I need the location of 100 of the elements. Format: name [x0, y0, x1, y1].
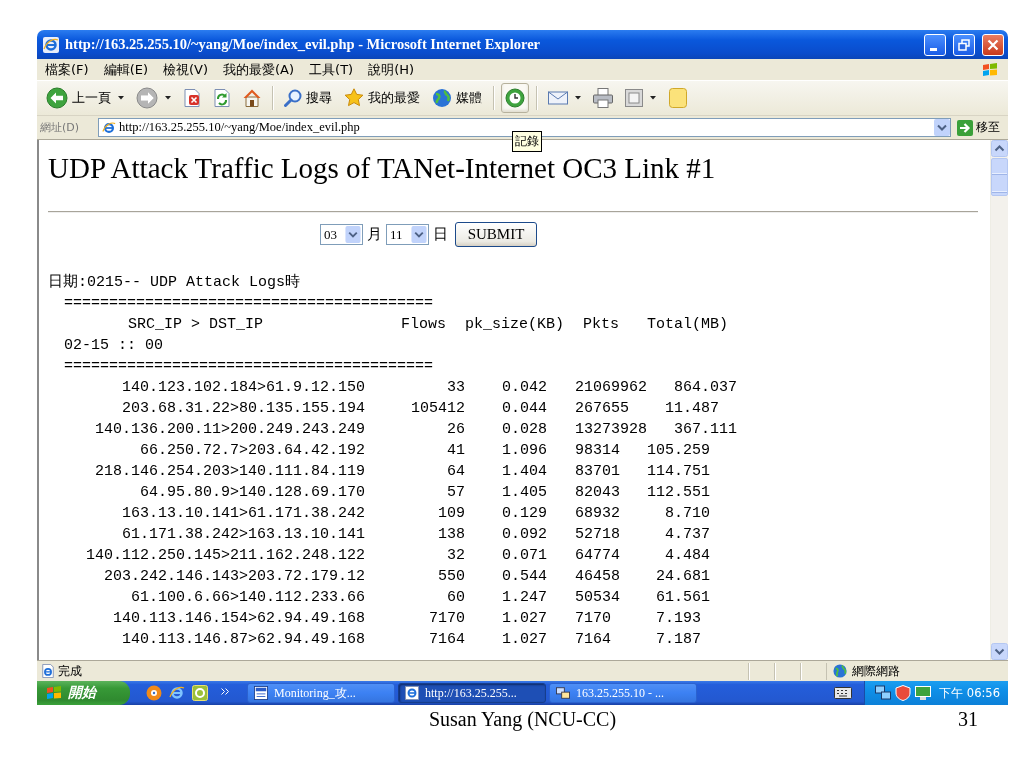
caret-icon	[650, 96, 656, 100]
printer-icon	[593, 88, 613, 108]
minimize-icon	[929, 47, 937, 51]
browser-icon	[102, 120, 116, 135]
double-chevron-icon[interactable]	[221, 688, 229, 695]
table-cell: 140.113.146.154>62.94.49.168	[112, 610, 365, 627]
shield-icon[interactable]	[895, 685, 912, 701]
flag-icon	[46, 685, 62, 701]
toolbar-button[interactable]: 我的最愛	[340, 83, 424, 113]
separator-line: =========================================	[64, 294, 434, 314]
table-cell: 550	[438, 568, 465, 585]
table-cell: 7170	[575, 610, 611, 627]
taskbar-button[interactable]: http://163.25.255...	[398, 683, 546, 703]
note-icon	[668, 88, 688, 108]
table-cell: 32	[447, 547, 465, 564]
table-cell: 11.487	[665, 400, 719, 417]
tooltip: 記錄	[512, 131, 542, 152]
zone-label: 網際網路	[852, 662, 900, 680]
table-cell: 64	[447, 463, 465, 480]
menu-item[interactable]: 檢視(V)	[163, 60, 209, 79]
go-button[interactable]: 移至	[955, 117, 1004, 138]
restore-button[interactable]	[953, 33, 975, 56]
table-cell: 57	[447, 484, 465, 501]
restore-icon	[958, 38, 970, 51]
table-cell: 0.092	[502, 526, 547, 543]
browser-icon[interactable]	[169, 685, 185, 701]
day-select[interactable]: 11	[386, 224, 429, 245]
scroll-thumb[interactable]	[991, 158, 1008, 196]
globe-icon	[833, 664, 847, 678]
network-icon	[556, 686, 570, 700]
table-cell: 21069962	[575, 379, 647, 396]
menu-item[interactable]: 工具(T)	[309, 60, 354, 79]
separator-line: =========================================	[64, 357, 434, 377]
page-number: 31	[958, 707, 978, 731]
table-cell: 60	[447, 589, 465, 606]
table-cell: 267655	[575, 400, 629, 417]
home-icon	[243, 89, 261, 107]
table-cell: 0.042	[502, 379, 547, 396]
table-cell: 7164	[429, 631, 465, 648]
submit-button[interactable]: SUBMIT	[455, 222, 537, 247]
table-cell: 1.405	[502, 484, 547, 501]
table-cell: 61.561	[656, 589, 710, 606]
table-cell: 138	[438, 526, 465, 543]
close-button[interactable]	[982, 33, 1004, 56]
table-cell: 46458	[575, 568, 620, 585]
monitor-icon[interactable]	[915, 685, 932, 701]
unit-label: 月	[367, 225, 382, 244]
taskbar-button[interactable]: 163.25.255.10 - ...	[549, 683, 697, 703]
column-header: pk_size(KB)	[465, 315, 566, 335]
table-cell: 82043	[575, 484, 620, 501]
table-cell: 1.027	[502, 631, 547, 648]
menu-item[interactable]: 我的最愛(A)	[223, 60, 295, 79]
table-cell: 203.242.146.143>203.72.179.12	[103, 568, 365, 585]
mail-icon	[548, 88, 568, 108]
table-cell: 24.681	[656, 568, 710, 585]
table-cell: 114.751	[647, 463, 711, 480]
scroll-down-icon[interactable]	[991, 643, 1008, 660]
scrollbar-track[interactable]	[990, 140, 1008, 660]
disc-icon[interactable]	[146, 685, 162, 701]
month-select[interactable]: 03	[320, 224, 363, 245]
toolbar-button[interactable]: 搜尋	[280, 83, 336, 113]
table-cell: 109	[438, 505, 465, 522]
table-cell: 140.113.146.87>62.94.49.168	[121, 631, 365, 648]
table-cell: 105.259	[647, 442, 711, 459]
menu-item[interactable]: 編輯(E)	[103, 60, 148, 79]
clock: 下午 06:56	[939, 685, 1000, 701]
table-cell: 64.95.80.9>140.128.69.170	[139, 484, 365, 501]
taskbar-button[interactable]: Monitoring_攻...	[247, 683, 395, 703]
start-button[interactable]: 開始	[37, 681, 130, 705]
table-cell: 112.551	[647, 484, 711, 501]
column-header: Flows	[401, 315, 447, 335]
menu-item[interactable]: 說明(H)	[368, 60, 415, 79]
table-cell: 1.404	[502, 463, 547, 480]
table-cell: 1.027	[502, 610, 547, 627]
scroll-up-icon[interactable]	[991, 140, 1008, 157]
toolbar-button[interactable]: 媒體	[428, 83, 486, 113]
clock-icon	[505, 88, 525, 108]
refresh-icon	[213, 89, 231, 107]
table-cell: 68932	[575, 505, 620, 522]
keyboard-icon[interactable]	[834, 687, 853, 699]
table-cell: 0.044	[502, 400, 547, 417]
flag-icon	[982, 61, 998, 78]
table-cell: 1.247	[502, 589, 547, 606]
minimize-button[interactable]	[924, 33, 946, 56]
table-cell: 8.710	[665, 505, 710, 522]
log-title: 日期:0215-- UDP Attack Logs時	[48, 272, 301, 293]
network-icon[interactable]	[875, 685, 892, 701]
table-cell: 0.071	[502, 547, 547, 564]
toolbar-button[interactable]	[501, 83, 529, 113]
table-cell: 26	[447, 421, 465, 438]
table-cell: 52718	[575, 526, 620, 543]
table-cell: 7170	[429, 610, 465, 627]
table-cell: 7.187	[656, 631, 701, 648]
table-cell: 0.129	[502, 505, 547, 522]
toolbar-button[interactable]: 上一頁	[42, 83, 128, 113]
menu-item[interactable]: 檔案(F)	[45, 60, 89, 79]
status-text: 完成	[58, 662, 83, 680]
search-icon	[284, 89, 302, 107]
table-cell: 105412	[411, 400, 465, 417]
table-cell: 64774	[575, 547, 620, 564]
